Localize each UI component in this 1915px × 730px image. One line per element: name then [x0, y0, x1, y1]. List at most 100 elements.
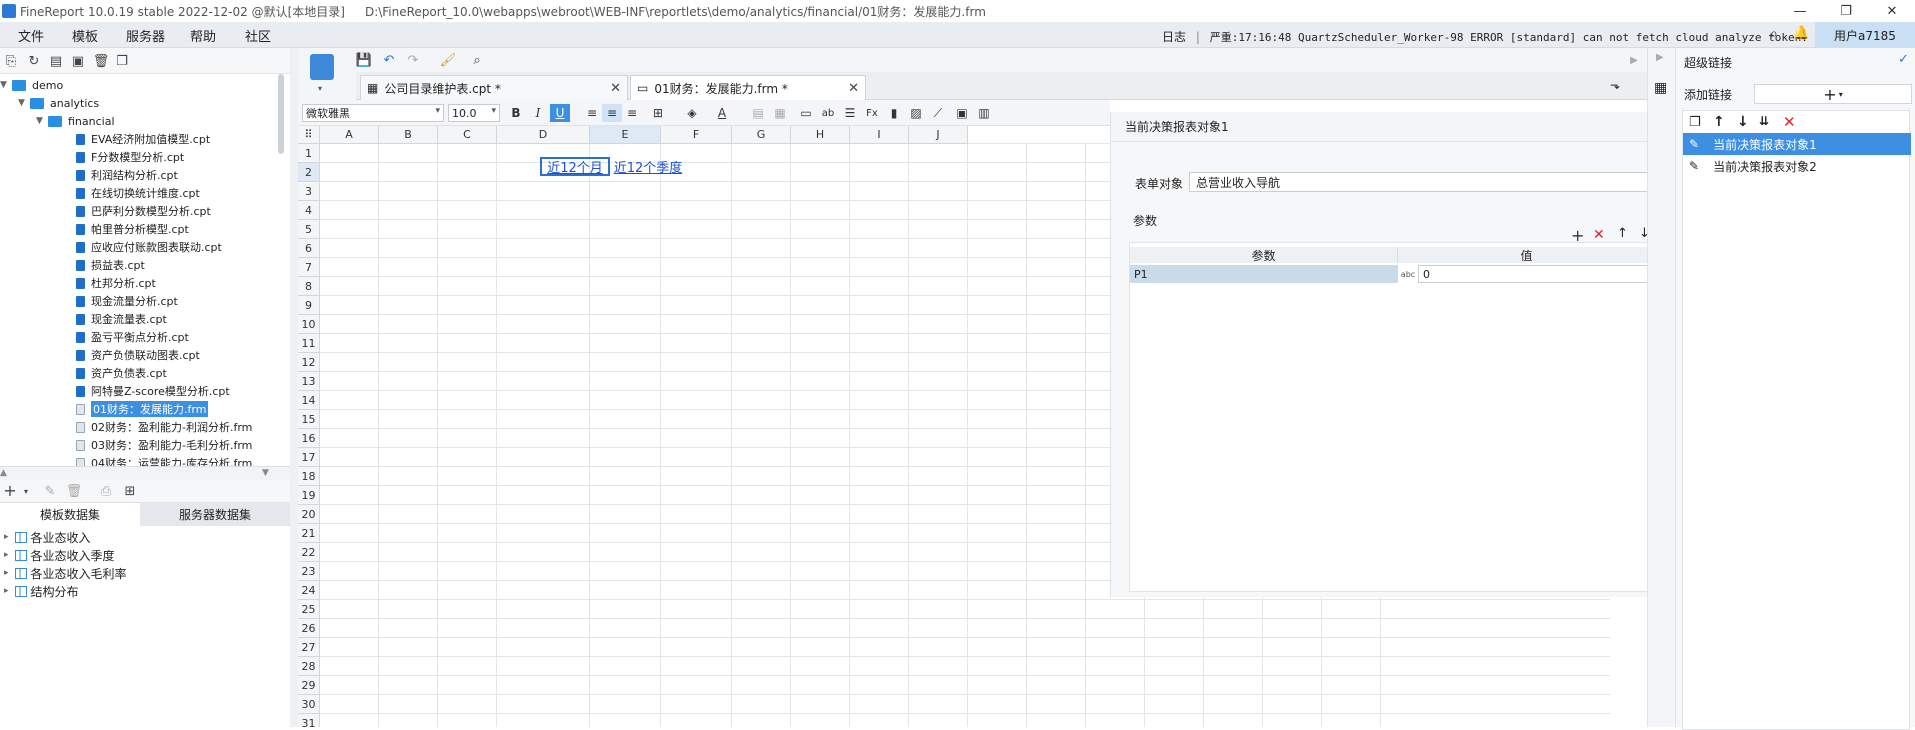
expand-icon[interactable]: ▼ [18, 98, 28, 108]
row-header[interactable]: 17 [298, 448, 320, 467]
collapse-right-icon[interactable]: ▶ [1656, 52, 1664, 63]
expand-icon[interactable]: ▸ [4, 568, 9, 578]
menu-community[interactable]: 社区 [245, 26, 271, 45]
tab-menu-icon[interactable]: ⬎ [1610, 78, 1620, 92]
param-type-icon[interactable]: abc [1398, 265, 1418, 283]
formula-icon[interactable]: Fx [862, 104, 882, 122]
widget-icon[interactable]: ▣ [952, 104, 972, 122]
column-header[interactable]: J [909, 126, 968, 144]
expand-icon[interactable]: ▸ [4, 550, 9, 560]
add-link-button[interactable]: + ▾ [1754, 84, 1912, 104]
param-value-input[interactable]: 0 [1418, 265, 1656, 283]
locate-icon[interactable]: ▣ [70, 53, 86, 69]
row-header[interactable]: 18 [298, 467, 320, 486]
expand-icon[interactable]: ▼ [0, 80, 10, 90]
row-header[interactable]: 27 [298, 638, 320, 657]
layout-icon[interactable]: ▥ [974, 104, 994, 122]
slash-icon[interactable]: ⟋ [928, 104, 948, 122]
tree-file-item[interactable]: F分数模型分析.cpt [76, 148, 184, 166]
format-brush-icon[interactable]: 🖌 [440, 52, 457, 68]
row-header[interactable]: 28 [298, 657, 320, 676]
tree-file-item[interactable]: 现金流量分析.cpt [76, 292, 178, 310]
tab-file-1[interactable]: ▦ 公司目录维护表.cpt * ✕ [360, 75, 628, 100]
dataset-item[interactable]: ▸ 结构分布 [4, 582, 79, 600]
panel-divider[interactable] [290, 48, 298, 727]
text-icon[interactable]: ab [818, 104, 838, 122]
close-window-button[interactable]: ✕ [1869, 0, 1915, 22]
column-header[interactable]: G [732, 126, 791, 144]
user-button[interactable]: 用户a7185 [1815, 22, 1915, 48]
tree-file-item[interactable]: 03财务：盈利能力-毛利分析.frm [76, 436, 252, 454]
column-header[interactable]: B [379, 126, 438, 144]
preview-icon[interactable]: ⌕ [469, 52, 485, 68]
menu-template[interactable]: 模板 [72, 26, 98, 45]
search-icon[interactable]: ⌕ [1770, 26, 1778, 42]
image-icon[interactable]: ▨ [906, 104, 926, 122]
delete-link-icon[interactable]: ✕ [1783, 113, 1796, 131]
row-header[interactable]: 4 [298, 201, 320, 220]
row-header[interactable]: 19 [298, 486, 320, 505]
refresh-icon[interactable]: ↻ [26, 53, 42, 69]
row-header[interactable]: 31 [298, 714, 320, 727]
dataset-item[interactable]: ▸ 各业态收入季度 [4, 546, 115, 564]
param-name-cell[interactable]: P1 [1130, 265, 1398, 283]
expand-right-icon[interactable]: ▶ [1626, 52, 1642, 68]
tree-file-item[interactable]: 阿特曼Z-score模型分析.cpt [76, 382, 230, 400]
row-header[interactable]: 13 [298, 372, 320, 391]
tree-file-item[interactable]: 02财务：盈利能力-利润分析.frm [76, 418, 252, 436]
template-icon[interactable]: ▤ [48, 53, 64, 69]
close-tab-icon[interactable]: ✕ [610, 81, 621, 96]
row-header[interactable]: 6 [298, 239, 320, 258]
add-dataset-icon[interactable]: + [2, 481, 18, 500]
preview-icon[interactable]: ⎙ [98, 483, 114, 499]
tree-file-item[interactable]: 01财务：发展能力.frm [76, 400, 209, 418]
row-header[interactable]: 24 [298, 581, 320, 600]
copy-icon[interactable]: ❐ [1689, 115, 1701, 130]
hyperlink-item[interactable]: ✎ 当前决策报表对象1 [1683, 133, 1911, 155]
copy-icon[interactable]: ❐ [114, 53, 130, 69]
font-color-icon[interactable]: A [712, 104, 732, 122]
menu-help[interactable]: 帮助 [190, 26, 216, 45]
paragraph-icon[interactable]: ☰ [840, 104, 860, 122]
expand-icon[interactable]: ▼ [36, 116, 46, 126]
maximize-button[interactable]: ❐ [1823, 0, 1869, 22]
form-object-select[interactable]: 总营业收入导航 ▾ [1189, 172, 1659, 192]
expand-icon[interactable]: ▸ [4, 586, 9, 596]
tree-node-financial[interactable]: ▼ financial [36, 112, 115, 130]
minimize-button[interactable]: — [1777, 0, 1823, 22]
new-folder-icon[interactable]: ⎘ [3, 53, 19, 69]
tree-file-item[interactable]: 04财务：运营能力-库存分析.frm [76, 454, 252, 466]
column-header[interactable]: C [438, 126, 497, 144]
dropdown-icon[interactable]: ▾ [18, 483, 34, 499]
tree-scrollbar[interactable] [278, 74, 284, 154]
row-header[interactable]: 9 [298, 296, 320, 315]
tab-template-dataset[interactable]: 模板数据集 [0, 502, 140, 526]
column-header[interactable]: I [850, 126, 909, 144]
align-right-icon[interactable]: ≡ [622, 104, 642, 122]
sort-icon[interactable]: ⇊ [1759, 114, 1769, 128]
attributes-icon[interactable]: ▦ [1654, 80, 1667, 96]
row-header[interactable]: 16 [298, 429, 320, 448]
underline-button[interactable]: U [550, 104, 570, 122]
tree-file-item[interactable]: 帕里普分析模型.cpt [76, 220, 189, 238]
report-type-icon[interactable] [310, 54, 334, 80]
row-header[interactable]: 7 [298, 258, 320, 277]
row-header[interactable]: 5 [298, 220, 320, 239]
check-icon[interactable]: ✓ [1898, 52, 1909, 67]
border-icon[interactable]: ⊞ [648, 104, 668, 122]
close-tab-icon[interactable]: ✕ [848, 81, 859, 96]
log-line[interactable]: 日志 | 严重:17:16:48 QuartzScheduler_Worker-… [1162, 28, 1808, 45]
row-header[interactable]: 1 [298, 144, 320, 163]
tree-file-item[interactable]: 利润结构分析.cpt [76, 166, 178, 184]
tree-file-item[interactable]: 杜邦分析.cpt [76, 274, 156, 292]
italic-button[interactable]: I [528, 104, 548, 122]
tree-file-item[interactable]: 资产负债表.cpt [76, 364, 167, 382]
column-header[interactable]: A [320, 126, 379, 144]
redo-icon[interactable]: ↷ [405, 52, 421, 68]
cell-f2-link[interactable]: 近12个季度 [612, 157, 684, 176]
tree-file-item[interactable]: 应收应付账款图表联动.cpt [76, 238, 222, 256]
save-icon[interactable]: 💾 [356, 52, 372, 68]
move-down-icon[interactable]: ↓ [1737, 114, 1749, 130]
delete-icon[interactable]: 🗑 [93, 53, 110, 69]
tab-server-dataset[interactable]: 服务器数据集 [140, 502, 290, 526]
